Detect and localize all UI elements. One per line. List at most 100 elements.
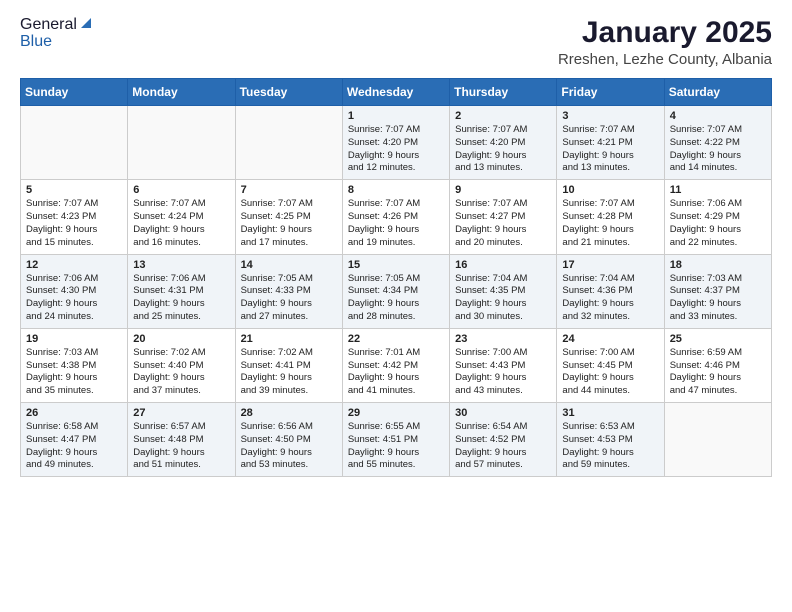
day-number: 14 — [241, 259, 337, 271]
calendar-cell: 2 Sunrise: 7:07 AMSunset: 4:20 PMDaylight… — [450, 106, 557, 180]
calendar-week-row: 19Sunrise: 7:03 AMSunset: 4:38 PMDayligh… — [21, 328, 772, 402]
calendar-cell: 21Sunrise: 7:02 AMSunset: 4:41 PMDayligh… — [235, 328, 342, 402]
calendar-table: SundayMondayTuesdayWednesdayThursdayFrid… — [20, 78, 772, 477]
calendar-cell: 14 Sunrise: 7:05 AMSunset: 4:33 PMDayligh… — [235, 254, 342, 328]
cell-content: Sunrise: 7:06 AMSunset: 4:31 PMDaylight:… — [133, 273, 229, 324]
day-number: 3 — [562, 110, 658, 122]
day-number: 8 — [348, 184, 444, 196]
cell-content: Sunrise: 7:07 AMSunset: 4:22 PMDaylight:… — [670, 124, 766, 175]
cell-content: Sunrise: 7:04 AMSunset: 4:35 PMDaylight:… — [455, 273, 551, 324]
calendar-cell — [21, 106, 128, 180]
calendar-cell: 16 Sunrise: 7:04 AMSunset: 4:35 PMDayligh… — [450, 254, 557, 328]
day-number: 26 — [26, 407, 122, 419]
calendar-day-header: Tuesday — [235, 79, 342, 106]
calendar-cell: 10 Sunrise: 7:07 AMSunset: 4:28 PMDayligh… — [557, 180, 664, 254]
cell-content: Sunrise: 6:59 AMSunset: 4:46 PMDaylight:… — [670, 347, 766, 398]
day-number: 15 — [348, 259, 444, 271]
logo-icon — [79, 16, 93, 30]
calendar-day-header: Friday — [557, 79, 664, 106]
cell-content: Sunrise: 7:07 AMSunset: 4:26 PMDaylight:… — [348, 198, 444, 249]
day-number: 11 — [670, 184, 766, 196]
calendar-cell: 26 Sunrise: 6:58 AMSunset: 4:47 PMDayligh… — [21, 403, 128, 477]
day-number: 12 — [26, 259, 122, 271]
calendar-week-row: 12Sunrise: 7:06 AMSunset: 4:30 PMDayligh… — [21, 254, 772, 328]
day-number: 17 — [562, 259, 658, 271]
cell-content: Sunrise: 7:02 AMSunset: 4:41 PMDaylight:… — [241, 347, 337, 398]
calendar-header-row: SundayMondayTuesdayWednesdayThursdayFrid… — [21, 79, 772, 106]
cell-content: Sunrise: 6:53 AMSunset: 4:53 PMDaylight:… — [562, 421, 658, 472]
calendar-day-header: Saturday — [664, 79, 771, 106]
cell-content: Sunrise: 6:55 AMSunset: 4:51 PMDaylight:… — [348, 421, 444, 472]
calendar-day-header: Thursday — [450, 79, 557, 106]
calendar-week-row: 1 Sunrise: 7:07 AMSunset: 4:20 PMDaylight… — [21, 106, 772, 180]
day-number: 22 — [348, 333, 444, 345]
cell-content: Sunrise: 7:00 AMSunset: 4:45 PMDaylight:… — [562, 347, 658, 398]
day-number: 20 — [133, 333, 229, 345]
cell-content: Sunrise: 7:07 AMSunset: 4:20 PMDaylight:… — [455, 124, 551, 175]
calendar-cell: 12Sunrise: 7:06 AMSunset: 4:30 PMDayligh… — [21, 254, 128, 328]
day-number: 10 — [562, 184, 658, 196]
day-number: 1 — [348, 110, 444, 122]
day-number: 27 — [133, 407, 229, 419]
day-number: 25 — [670, 333, 766, 345]
cell-content: Sunrise: 7:07 AMSunset: 4:24 PMDaylight:… — [133, 198, 229, 249]
cell-content: Sunrise: 6:54 AMSunset: 4:52 PMDaylight:… — [455, 421, 551, 472]
day-number: 24 — [562, 333, 658, 345]
calendar-cell: 4Sunrise: 7:07 AMSunset: 4:22 PMDaylight… — [664, 106, 771, 180]
calendar-week-row: 5 Sunrise: 7:07 AMSunset: 4:23 PMDaylight… — [21, 180, 772, 254]
calendar-cell — [664, 403, 771, 477]
calendar-cell: 24 Sunrise: 7:00 AMSunset: 4:45 PMDayligh… — [557, 328, 664, 402]
page-subtitle: Rreshen, Lezhe County, Albania — [558, 51, 772, 68]
cell-content: Sunrise: 7:01 AMSunset: 4:42 PMDaylight:… — [348, 347, 444, 398]
cell-content: Sunrise: 7:06 AMSunset: 4:29 PMDaylight:… — [670, 198, 766, 249]
day-number: 5 — [26, 184, 122, 196]
calendar-cell: 8 Sunrise: 7:07 AMSunset: 4:26 PMDaylight… — [342, 180, 449, 254]
cell-content: Sunrise: 7:07 AMSunset: 4:20 PMDaylight:… — [348, 124, 444, 175]
calendar-cell: 22 Sunrise: 7:01 AMSunset: 4:42 PMDayligh… — [342, 328, 449, 402]
day-number: 2 — [455, 110, 551, 122]
calendar-day-header: Wednesday — [342, 79, 449, 106]
cell-content: Sunrise: 7:03 AMSunset: 4:38 PMDaylight:… — [26, 347, 122, 398]
calendar-cell: 6 Sunrise: 7:07 AMSunset: 4:24 PMDaylight… — [128, 180, 235, 254]
calendar-cell: 31 Sunrise: 6:53 AMSunset: 4:53 PMDayligh… — [557, 403, 664, 477]
day-number: 13 — [133, 259, 229, 271]
cell-content: Sunrise: 6:57 AMSunset: 4:48 PMDaylight:… — [133, 421, 229, 472]
calendar-cell: 7Sunrise: 7:07 AMSunset: 4:25 PMDaylight… — [235, 180, 342, 254]
calendar-day-header: Sunday — [21, 79, 128, 106]
cell-content: Sunrise: 7:00 AMSunset: 4:43 PMDaylight:… — [455, 347, 551, 398]
logo: General Blue — [20, 16, 93, 50]
calendar-cell: 23 Sunrise: 7:00 AMSunset: 4:43 PMDayligh… — [450, 328, 557, 402]
day-number: 6 — [133, 184, 229, 196]
calendar-cell: 1 Sunrise: 7:07 AMSunset: 4:20 PMDaylight… — [342, 106, 449, 180]
calendar-cell: 15Sunrise: 7:05 AMSunset: 4:34 PMDayligh… — [342, 254, 449, 328]
cell-content: Sunrise: 7:07 AMSunset: 4:28 PMDaylight:… — [562, 198, 658, 249]
cell-content: Sunrise: 6:58 AMSunset: 4:47 PMDaylight:… — [26, 421, 122, 472]
logo-blue-text: Blue — [20, 33, 52, 50]
page: General Blue January 2025 Rreshen, Lezhe… — [0, 0, 792, 493]
cell-content: Sunrise: 7:07 AMSunset: 4:25 PMDaylight:… — [241, 198, 337, 249]
day-number: 18 — [670, 259, 766, 271]
cell-content: Sunrise: 7:07 AMSunset: 4:27 PMDaylight:… — [455, 198, 551, 249]
day-number: 31 — [562, 407, 658, 419]
cell-content: Sunrise: 7:03 AMSunset: 4:37 PMDaylight:… — [670, 273, 766, 324]
calendar-cell: 28Sunrise: 6:56 AMSunset: 4:50 PMDayligh… — [235, 403, 342, 477]
calendar-cell: 30Sunrise: 6:54 AMSunset: 4:52 PMDayligh… — [450, 403, 557, 477]
calendar-cell — [235, 106, 342, 180]
calendar-week-row: 26 Sunrise: 6:58 AMSunset: 4:47 PMDayligh… — [21, 403, 772, 477]
cell-content: Sunrise: 7:07 AMSunset: 4:23 PMDaylight:… — [26, 198, 122, 249]
cell-content: Sunrise: 6:56 AMSunset: 4:50 PMDaylight:… — [241, 421, 337, 472]
calendar-cell: 18 Sunrise: 7:03 AMSunset: 4:37 PMDayligh… — [664, 254, 771, 328]
calendar-cell: 11 Sunrise: 7:06 AMSunset: 4:29 PMDayligh… — [664, 180, 771, 254]
calendar-cell: 19Sunrise: 7:03 AMSunset: 4:38 PMDayligh… — [21, 328, 128, 402]
day-number: 16 — [455, 259, 551, 271]
header: General Blue January 2025 Rreshen, Lezhe… — [20, 16, 772, 68]
calendar-cell: 17 Sunrise: 7:04 AMSunset: 4:36 PMDayligh… — [557, 254, 664, 328]
calendar-cell: 29Sunrise: 6:55 AMSunset: 4:51 PMDayligh… — [342, 403, 449, 477]
cell-content: Sunrise: 7:07 AMSunset: 4:21 PMDaylight:… — [562, 124, 658, 175]
page-title: January 2025 — [558, 16, 772, 49]
day-number: 23 — [455, 333, 551, 345]
calendar-cell: 27 Sunrise: 6:57 AMSunset: 4:48 PMDayligh… — [128, 403, 235, 477]
cell-content: Sunrise: 7:04 AMSunset: 4:36 PMDaylight:… — [562, 273, 658, 324]
title-section: January 2025 Rreshen, Lezhe County, Alba… — [558, 16, 772, 68]
cell-content: Sunrise: 7:05 AMSunset: 4:33 PMDaylight:… — [241, 273, 337, 324]
